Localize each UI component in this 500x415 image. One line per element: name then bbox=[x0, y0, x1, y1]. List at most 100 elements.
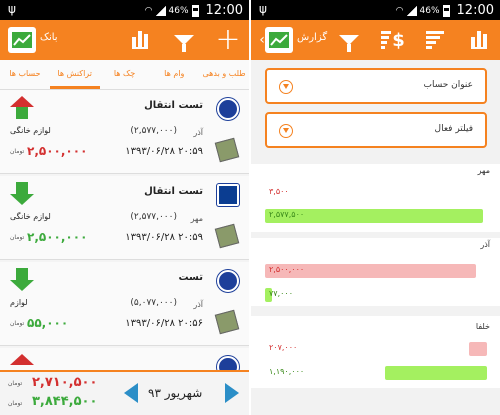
usb-icon: ψ bbox=[8, 2, 16, 16]
next-month-arrow-icon[interactable] bbox=[225, 383, 239, 403]
wifi-icon: ◠ bbox=[395, 5, 404, 16]
expense-value: ۳,۵۰۰ bbox=[269, 187, 289, 196]
arrow-down-icon bbox=[10, 182, 34, 206]
dropdown-caret-icon bbox=[279, 124, 293, 138]
income-value: ۷۷,۰۰۰ bbox=[269, 289, 294, 298]
income-value: ۱,۱۹۰,۰۰۰ bbox=[269, 367, 305, 376]
tab-cheques[interactable]: چک ها bbox=[100, 60, 150, 89]
transaction-category: لوازم خانگی bbox=[10, 126, 51, 135]
transaction-balance: (۲,۵۷۷,۰۰۰) bbox=[130, 126, 177, 136]
income-row: ۷۷,۰۰۰ bbox=[265, 288, 487, 302]
battery-percent: 46% bbox=[419, 5, 440, 16]
report-screen: ψ ◠ 46% 12:00 ‹ گزارش $ عنوان حساب فیلتر… bbox=[251, 0, 500, 415]
transaction-amount: ۲,۵۰۰,۰۰۰ bbox=[27, 144, 88, 158]
report-section: مهر ۳,۵۰۰ ۲,۵۷۷,۵۰۰ bbox=[251, 164, 500, 232]
transaction-amount: ۵۵,۰۰۰ bbox=[27, 316, 69, 330]
expense-bar bbox=[469, 342, 487, 356]
transaction-item[interactable]: لوازم خانگی تومان ۲,۵۰۰,۰۰۰ تست انتقال (… bbox=[0, 90, 249, 174]
transaction-balance: (۲,۵۷۷,۰۰۰) bbox=[130, 212, 177, 222]
transaction-date: ۱۳۹۳/۰۶/۲۸ ۲۰:۵۶ bbox=[125, 318, 203, 329]
transaction-amount: ۲,۵۰۰,۰۰۰ bbox=[27, 230, 88, 244]
section-label: خلفا bbox=[475, 322, 490, 331]
currency-sort-icon: $ bbox=[381, 30, 405, 51]
account-title-label: عنوان حساب bbox=[423, 80, 473, 90]
status-bar: ψ ◠ 46% 12:00 bbox=[251, 0, 500, 20]
income-bar bbox=[384, 366, 487, 380]
transaction-item-partial[interactable] bbox=[0, 348, 249, 370]
usb-icon: ψ bbox=[259, 2, 267, 16]
expense-row: ۳,۵۰۰ bbox=[265, 186, 487, 200]
arrow-up-icon bbox=[10, 96, 34, 120]
app-logo-icon bbox=[8, 27, 36, 53]
transaction-date: ۱۳۹۳/۰۶/۲۸ ۲۰:۵۹ bbox=[125, 232, 203, 243]
transaction-item[interactable]: لوازم خانگی تومان ۲,۵۰۰,۰۰۰ تست انتقال (… bbox=[0, 176, 249, 260]
transactions-screen: ψ ◠ 46% 12:00 بانک + حساب ها تراکنش ها چ… bbox=[0, 0, 249, 415]
chart-button[interactable] bbox=[465, 26, 493, 54]
filter-icon bbox=[339, 35, 359, 52]
expense-row: ۲۰۷,۰۰۰ bbox=[265, 342, 487, 356]
sort-icon bbox=[426, 31, 444, 49]
total-income: ۳,۸۴۴,۵۰۰ bbox=[32, 394, 98, 409]
signal-icon bbox=[406, 5, 417, 16]
amount-unit: تومان bbox=[10, 320, 25, 327]
transaction-list: لوازم خانگی تومان ۲,۵۰۰,۰۰۰ تست انتقال (… bbox=[0, 90, 249, 370]
app-logo-button[interactable] bbox=[8, 26, 36, 54]
report-section: آذر ۲,۵۰۰,۰۰۰ ۷۷,۰۰۰ bbox=[251, 238, 500, 306]
filter-button[interactable] bbox=[335, 26, 363, 54]
tab-loans[interactable]: وام ها bbox=[149, 60, 199, 89]
filter-icon bbox=[174, 35, 194, 52]
expense-unit: تومان bbox=[8, 380, 23, 387]
income-unit: تومان bbox=[8, 400, 23, 407]
tab-bar: حساب ها تراکنش ها چک ها وام ها طلب و بده… bbox=[0, 60, 249, 90]
prev-month-arrow-icon[interactable] bbox=[124, 383, 138, 403]
transaction-date: ۱۳۹۳/۰۶/۲۸ ۲۰:۵۹ bbox=[125, 146, 203, 157]
chart-button[interactable] bbox=[126, 26, 154, 54]
account-title-dropdown[interactable]: عنوان حساب bbox=[265, 68, 487, 104]
income-row: ۲,۵۷۷,۵۰۰ bbox=[265, 209, 487, 223]
transaction-month: مهر bbox=[190, 214, 203, 223]
transaction-item[interactable]: لوازم تومان ۵۵,۰۰۰ تست (۵,۰۷۷,۰۰۰) آذر ۱… bbox=[0, 262, 249, 346]
dropdown-caret-icon bbox=[279, 80, 293, 94]
current-month: شهریور ۹۳ bbox=[148, 386, 203, 400]
income-row: ۱,۱۹۰,۰۰۰ bbox=[265, 366, 487, 380]
expense-row: ۲,۵۰۰,۰۰۰ bbox=[265, 264, 487, 278]
plus-icon: + bbox=[215, 22, 241, 57]
add-button[interactable]: + bbox=[214, 22, 242, 57]
transaction-month: آذر bbox=[193, 300, 203, 309]
transaction-category: لوازم bbox=[10, 298, 28, 307]
bar-chart-icon bbox=[132, 31, 148, 49]
tab-accounts[interactable]: حساب ها bbox=[0, 60, 50, 89]
active-filter-dropdown[interactable]: فیلتر فعال bbox=[265, 112, 487, 148]
clock: 12:00 bbox=[456, 3, 494, 18]
total-expense: ۲,۷۱۰,۵۰۰ bbox=[32, 375, 98, 390]
cash-icon bbox=[214, 223, 240, 249]
cash-icon bbox=[214, 137, 240, 163]
cash-icon bbox=[214, 309, 240, 335]
arrow-up-icon bbox=[10, 354, 34, 370]
wifi-icon: ◠ bbox=[144, 5, 153, 16]
transaction-title: تست انتقال bbox=[144, 186, 203, 197]
battery-icon bbox=[442, 4, 450, 17]
section-label: آذر bbox=[480, 240, 490, 249]
bank-logo-icon bbox=[217, 356, 239, 370]
clock: 12:00 bbox=[205, 3, 243, 18]
battery-percent: 46% bbox=[168, 5, 189, 16]
summary-footer: تومان ۲,۷۱۰,۵۰۰ تومان ۳,۸۴۴,۵۰۰ شهریور ۹… bbox=[0, 370, 249, 415]
active-filter-label: فیلتر فعال bbox=[434, 124, 473, 134]
filter-button[interactable] bbox=[170, 26, 198, 54]
app-logo-button[interactable] bbox=[265, 26, 293, 54]
section-label: مهر bbox=[477, 166, 490, 175]
tab-transactions[interactable]: تراکنش ها bbox=[49, 60, 100, 89]
transaction-month: آذر bbox=[193, 128, 203, 137]
sort-button[interactable] bbox=[421, 26, 449, 54]
tab-debts[interactable]: طلب و بدهی bbox=[199, 60, 249, 89]
app-title: بانک bbox=[40, 32, 58, 43]
currency-sort-button[interactable]: $ bbox=[379, 26, 407, 54]
transaction-balance: (۵,۰۷۷,۰۰۰) bbox=[130, 298, 177, 308]
amount-unit: تومان bbox=[10, 148, 25, 155]
bar-chart-icon bbox=[471, 31, 487, 49]
income-value: ۲,۵۷۷,۵۰۰ bbox=[269, 210, 305, 219]
transaction-title: تست bbox=[178, 272, 203, 283]
expense-value: ۲,۵۰۰,۰۰۰ bbox=[269, 265, 305, 274]
status-bar: ψ ◠ 46% 12:00 bbox=[0, 0, 249, 20]
